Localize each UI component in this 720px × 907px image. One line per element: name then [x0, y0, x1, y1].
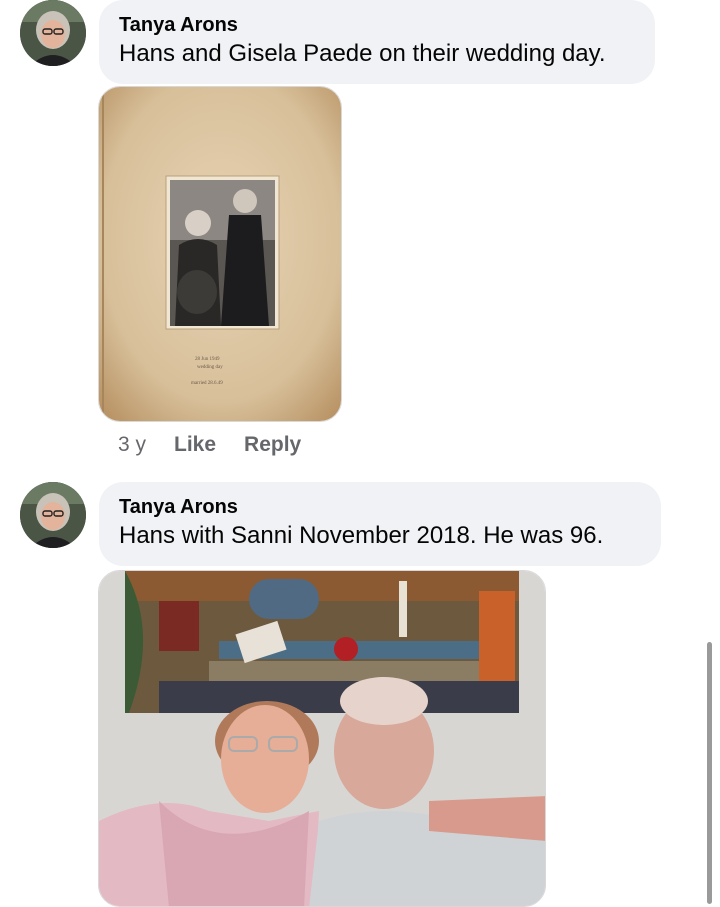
author-avatar[interactable] [20, 482, 86, 548]
comment-text: Hans with Sanni November 2018. He was 96… [119, 522, 604, 549]
comment-text: Hans and Gisela Paede on their wedding d… [119, 40, 606, 67]
scrollbar[interactable] [707, 642, 712, 904]
comment-1: Tanya Arons Hans and Gisela Paede on the… [0, 0, 720, 470]
reply-button[interactable]: Reply [244, 433, 301, 457]
attached-photo[interactable]: 28 Jun 1949 wedding day married 28.6.49 [98, 86, 342, 422]
svg-text:wedding day: wedding day [197, 365, 223, 370]
timestamp[interactable]: 3 y [118, 433, 146, 457]
like-button[interactable]: Like [174, 433, 216, 457]
comment-2: Tanya Arons Hans with Sanni November 201… [0, 482, 720, 907]
author-name[interactable]: Tanya Arons [119, 494, 641, 520]
svg-text:28 Jun 1949: 28 Jun 1949 [195, 357, 220, 362]
attached-photo[interactable] [98, 570, 546, 907]
comment-bubble: Tanya Arons Hans and Gisela Paede on the… [99, 0, 655, 84]
comment-actions: 3 y Like Reply [118, 432, 329, 458]
author-avatar[interactable] [20, 0, 86, 66]
svg-text:married 28.6.49: married 28.6.49 [191, 381, 223, 386]
comment-bubble: Tanya Arons Hans with Sanni November 201… [99, 482, 661, 566]
author-name[interactable]: Tanya Arons [119, 12, 635, 38]
